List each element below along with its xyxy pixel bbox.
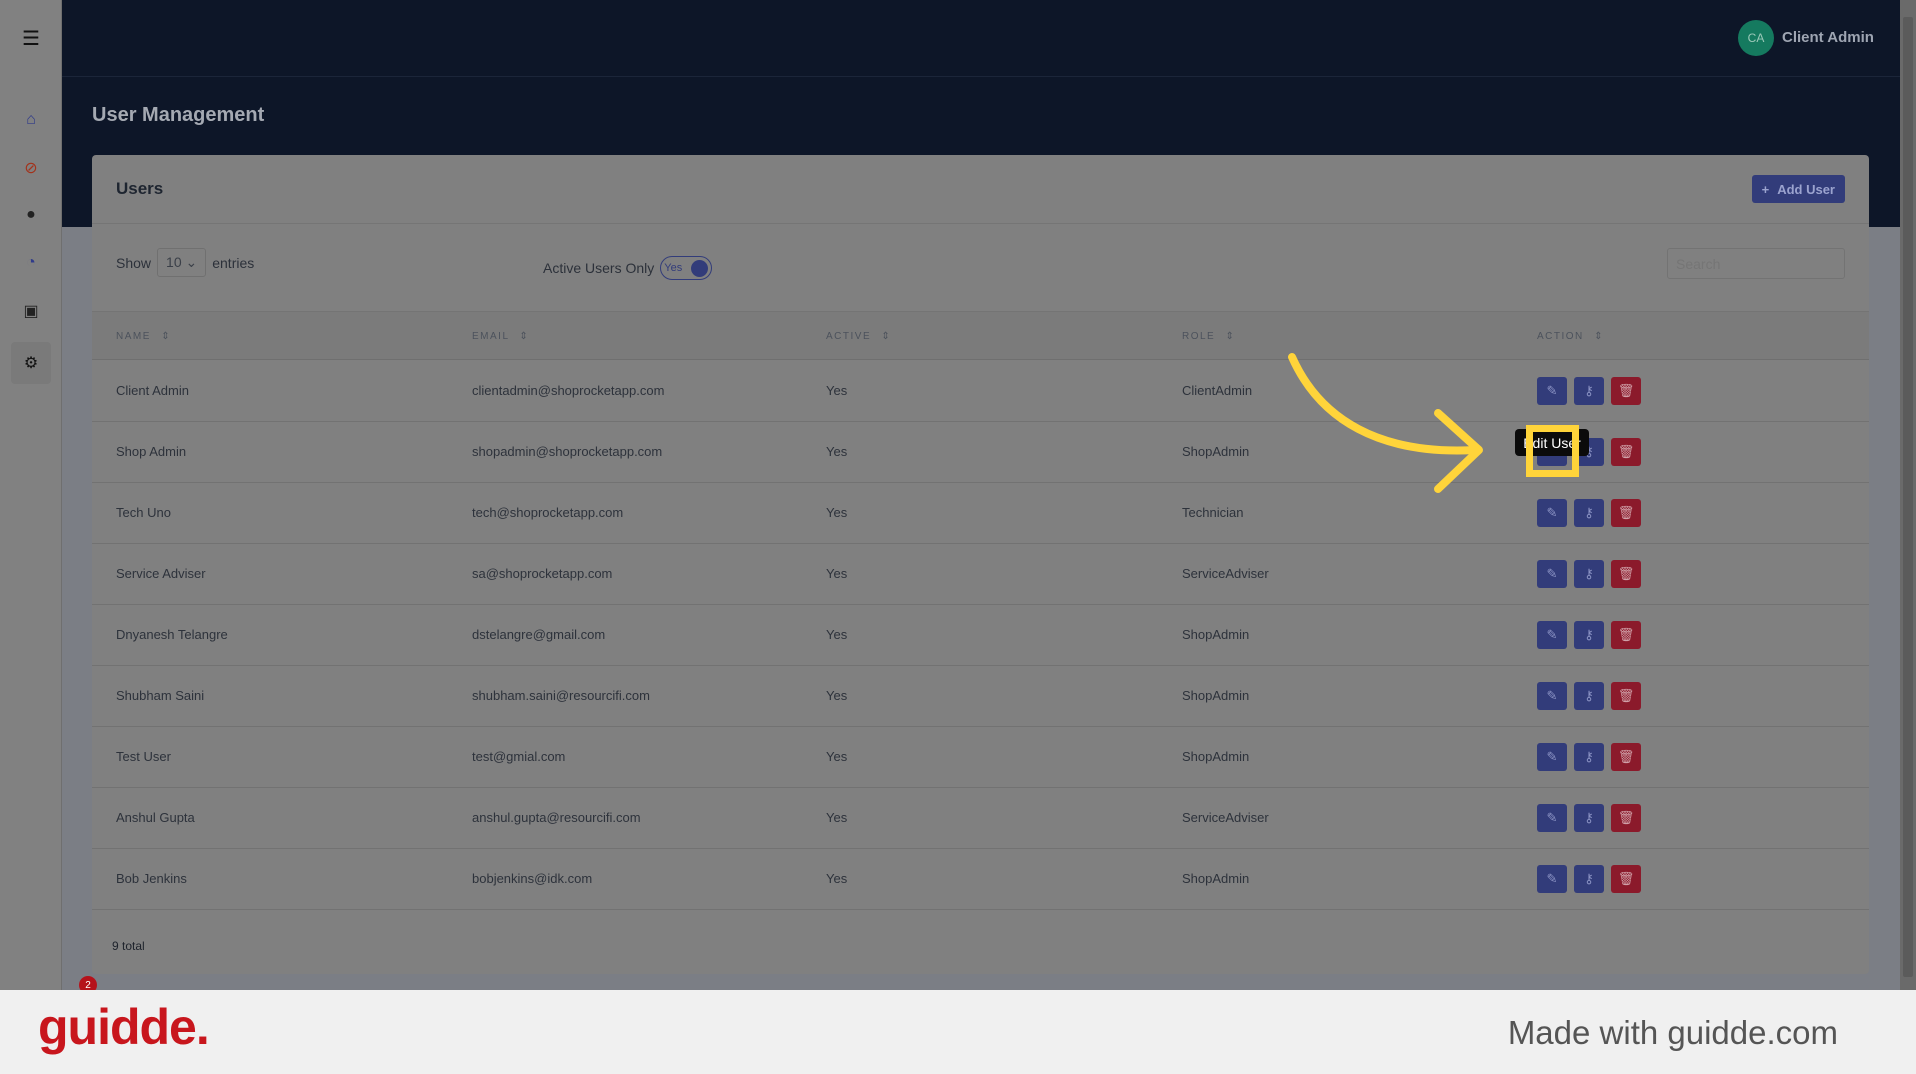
highlight-box — [1526, 425, 1579, 477]
guide-arrow — [1288, 353, 1483, 493]
footer: guidde. Made with guidde.com — [0, 990, 1916, 1074]
guidde-logo: guidde. — [38, 999, 210, 1055]
made-with-text: Made with guidde.com — [1507, 1014, 1838, 1051]
